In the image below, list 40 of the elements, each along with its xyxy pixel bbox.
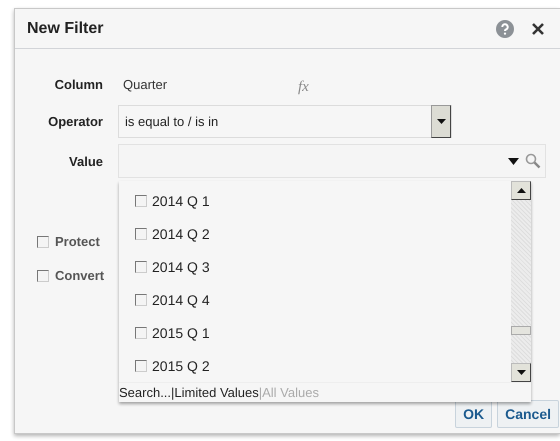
- scrollbar[interactable]: [511, 181, 531, 382]
- checkbox[interactable]: [135, 360, 147, 372]
- checkbox[interactable]: [37, 270, 49, 282]
- checkbox[interactable]: [135, 260, 147, 272]
- search-icon[interactable]: [525, 153, 541, 169]
- checkbox[interactable]: [37, 236, 49, 248]
- separator: |: [258, 385, 262, 400]
- ok-button[interactable]: OK: [455, 400, 492, 428]
- checkbox[interactable]: [135, 194, 147, 206]
- separator: |: [171, 385, 174, 400]
- dropdown-arrow-icon[interactable]: [508, 158, 519, 164]
- up-arrow-icon: [516, 188, 526, 193]
- scroll-up-button[interactable]: [511, 181, 531, 200]
- down-arrow-icon: [436, 119, 446, 124]
- list-item[interactable]: 2015 Q 1: [152, 324, 210, 340]
- list-item[interactable]: 2014 Q 4: [152, 292, 210, 308]
- list-item[interactable]: 2015 Q 2: [152, 358, 210, 374]
- checkbox[interactable]: [135, 228, 147, 240]
- footer-link[interactable]: Search...: [119, 385, 172, 400]
- list-item[interactable]: 2014 Q 3: [152, 258, 210, 274]
- dialog-title: New Filter: [27, 20, 104, 38]
- help-icon[interactable]: [496, 20, 514, 38]
- scroll-thumb[interactable]: [511, 326, 531, 335]
- column-value: Quarter: [122, 76, 168, 92]
- dropdown-button[interactable]: [431, 105, 451, 138]
- field-label: Operator: [48, 114, 103, 129]
- checkbox-label: Protect: [55, 234, 100, 249]
- checkbox-label: Convert: [55, 268, 104, 283]
- operator-select[interactable]: is equal to / is in: [118, 105, 452, 138]
- footer-link[interactable]: Limited Values: [174, 385, 259, 400]
- checkbox[interactable]: [135, 326, 147, 338]
- list-item[interactable]: 2014 Q 1: [152, 192, 210, 208]
- list-item[interactable]: 2014 Q 2: [152, 226, 210, 242]
- cancel-button[interactable]: Cancel: [497, 400, 559, 428]
- field-label: Column: [54, 76, 103, 92]
- close-button[interactable]: [530, 20, 546, 36]
- checkbox[interactable]: [135, 294, 147, 306]
- field-label: Value: [69, 154, 103, 168]
- down-arrow-icon: [516, 370, 526, 375]
- scroll-down-button[interactable]: [511, 363, 531, 382]
